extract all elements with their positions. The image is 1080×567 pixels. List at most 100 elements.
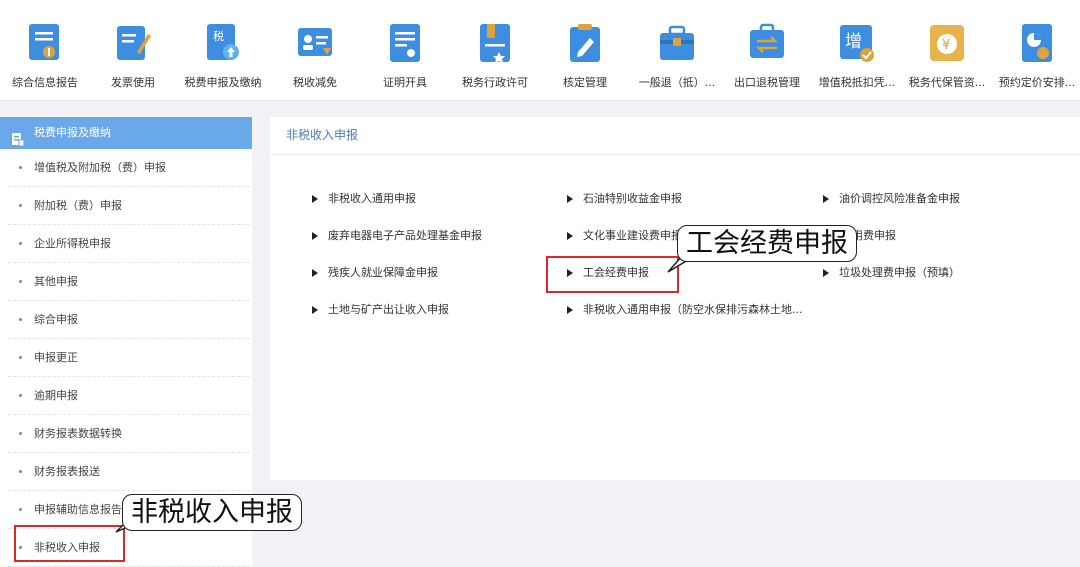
sidebar-item-other[interactable]: 其他申报 <box>8 263 250 301</box>
sidebar-item-correction[interactable]: 申报更正 <box>8 339 250 377</box>
link-label: 非税收入通用申报（防空水保排污森林土地... <box>583 303 803 316</box>
link-label: 用费申报 <box>852 229 896 242</box>
link-land-mineral[interactable]: 土地与矿产出让收入申报 <box>312 301 449 317</box>
toolbar-item-label: 出口退税管理 <box>734 76 800 89</box>
toolbar-item-admin-permit[interactable]: 税务行政许可 <box>450 22 540 94</box>
bullet-icon <box>19 508 22 511</box>
sidebar-item-statement-convert[interactable]: 财务报表数据转换 <box>8 415 250 453</box>
toolbar-item-vat-deduction[interactable]: 增 增值税抵扣凭... <box>812 22 902 94</box>
toolbar-item-label: 税务代保管资... <box>908 76 986 89</box>
link-disability-fund[interactable]: 残疾人就业保障金申报 <box>312 264 438 280</box>
triangle-right-icon <box>312 195 318 203</box>
highlight-non-tax-revenue <box>14 525 125 562</box>
toolbar-item-label: 增值税抵扣凭... <box>818 76 896 89</box>
toolbar-item-general-refund[interactable]: 一般退（抵）... <box>632 22 722 94</box>
link-label: 石油特别收益金申报 <box>583 192 682 205</box>
bullet-icon <box>19 470 22 473</box>
sidebar-item-corporate-income[interactable]: 企业所得税申报 <box>8 225 250 263</box>
toolbar-item-label: 预约定价安排... <box>998 76 1076 89</box>
sidebar-item-label: 增值税及附加税（费）申报 <box>34 161 166 174</box>
link-non-tax-general-civil[interactable]: 非税收入通用申报（防空水保排污森林土地... <box>567 301 803 317</box>
sidebar-item-overdue[interactable]: 逾期申报 <box>8 377 250 415</box>
link-label: 废弃电器电子产品处理基金申报 <box>328 229 482 242</box>
permit-icon <box>477 22 513 64</box>
toolbar-item-info-report[interactable]: 综合信息报告 <box>0 22 90 94</box>
sidebar-header-label: 税费申报及缴纳 <box>34 126 111 139</box>
link-label: 非税收入通用申报 <box>328 192 416 205</box>
link-oil-price-reserve[interactable]: 油价调控风险准备金申报 <box>823 190 960 206</box>
sidebar-item-comprehensive[interactable]: 综合申报 <box>8 301 250 339</box>
toolbar-item-label: 税费申报及缴纳 <box>184 76 262 89</box>
toolbar-item-label: 证明开具 <box>383 76 427 89</box>
toolbar-item-export-refund[interactable]: 出口退税管理 <box>722 22 812 94</box>
callout-union-fee: 工会经费申报 <box>677 225 857 262</box>
triangle-right-icon <box>567 195 573 203</box>
pricing-icon <box>1019 22 1055 64</box>
sidebar-item-label: 附加税（费）申报 <box>34 199 122 212</box>
triangle-right-icon <box>567 306 573 314</box>
triangle-right-icon <box>312 232 318 240</box>
certificate-icon <box>387 22 423 64</box>
link-label: 垃圾处理费申报（预填） <box>839 266 960 279</box>
sidebar-item-vat-surtax[interactable]: 增值税及附加税（费）申报 <box>8 149 250 187</box>
toolbar-item-invoice[interactable]: 发票使用 <box>88 22 178 94</box>
briefcase-icon <box>659 22 695 64</box>
toolbar-item-tax-relief[interactable]: 税收减免 <box>270 22 360 94</box>
link-petroleum-levy[interactable]: 石油特别收益金申报 <box>567 190 682 206</box>
toolbar-item-label: 税务行政许可 <box>462 76 528 89</box>
export-refund-icon <box>749 22 785 64</box>
toolbar-item-advance-pricing[interactable]: 预约定价安排... <box>992 22 1080 94</box>
bullet-icon <box>19 318 22 321</box>
top-toolbar: 综合信息报告 发票使用 税 税费申报及缴纳 税收减免 证明开具 税务行政许可 核… <box>0 0 1080 101</box>
main-panel: 非税收入申报 非税收入通用申报 石油特别收益金申报 油价调控风险准备金申报 废弃… <box>270 117 1080 480</box>
tax-relief-card-icon <box>297 22 333 64</box>
bullet-icon <box>19 166 22 169</box>
link-non-tax-general[interactable]: 非税收入通用申报 <box>312 190 416 206</box>
sidebar-item-label: 逾期申报 <box>34 389 78 402</box>
toolbar-item-tax-filing[interactable]: 税 税费申报及缴纳 <box>178 22 268 94</box>
sidebar-item-label: 企业所得税申报 <box>34 237 111 250</box>
link-label: 土地与矿产出让收入申报 <box>328 303 449 316</box>
bullet-icon <box>19 204 22 207</box>
triangle-right-icon <box>567 232 573 240</box>
link-usage-fee[interactable]: 用费申报 <box>852 227 896 243</box>
sidebar-item-label: 综合申报 <box>34 313 78 326</box>
triangle-right-icon <box>312 306 318 314</box>
sidebar-item-label: 其他申报 <box>34 275 78 288</box>
svg-text:¥: ¥ <box>942 38 950 53</box>
vat-deduct-icon: 增 <box>839 22 875 64</box>
triangle-right-icon <box>823 195 829 203</box>
sidebar-item-label: 申报更正 <box>34 351 78 364</box>
toolbar-item-certificate[interactable]: 证明开具 <box>360 22 450 94</box>
report-icon <box>27 22 63 64</box>
link-e-waste-fund[interactable]: 废弃电器电子产品处理基金申报 <box>312 227 482 243</box>
toolbar-item-label: 发票使用 <box>111 76 155 89</box>
money-bag-icon: ¥ <box>929 22 965 64</box>
sidebar-item-statement-submit[interactable]: 财务报表报送 <box>8 453 250 491</box>
bullet-icon <box>19 432 22 435</box>
sidebar-item-surtax[interactable]: 附加税（费）申报 <box>8 187 250 225</box>
toolbar-item-verification[interactable]: 核定管理 <box>540 22 630 94</box>
toolbar-item-label: 核定管理 <box>563 76 607 89</box>
toolbar-item-label: 税收减免 <box>293 76 337 89</box>
triangle-right-icon <box>823 269 829 277</box>
link-label: 油价调控风险准备金申报 <box>839 192 960 205</box>
link-garbage-fee[interactable]: 垃圾处理费申报（预填） <box>823 264 960 280</box>
link-label: 残疾人就业保障金申报 <box>328 266 438 279</box>
svg-text:增: 增 <box>845 32 862 52</box>
sidebar-item-label: 财务报表报送 <box>34 465 100 478</box>
toolbar-item-label: 一般退（抵）... <box>638 76 716 89</box>
clipboard-edit-icon <box>567 22 603 64</box>
callout-non-tax-revenue: 非税收入申报 <box>122 494 302 531</box>
bullet-icon <box>19 242 22 245</box>
tax-upload-icon: 税 <box>205 22 241 64</box>
bullet-icon <box>19 280 22 283</box>
sidebar-item-label: 申报辅助信息报告 <box>34 503 122 516</box>
link-label: 文化事业建设费申报 <box>583 229 682 242</box>
sidebar-header[interactable]: 税费申报及缴纳 <box>0 117 252 149</box>
invoice-pen-icon <box>115 22 151 64</box>
bullet-icon <box>19 356 22 359</box>
svg-text:税: 税 <box>213 29 224 43</box>
link-culture-fee[interactable]: 文化事业建设费申报 <box>567 227 682 243</box>
toolbar-item-custody[interactable]: ¥ 税务代保管资... <box>902 22 992 94</box>
